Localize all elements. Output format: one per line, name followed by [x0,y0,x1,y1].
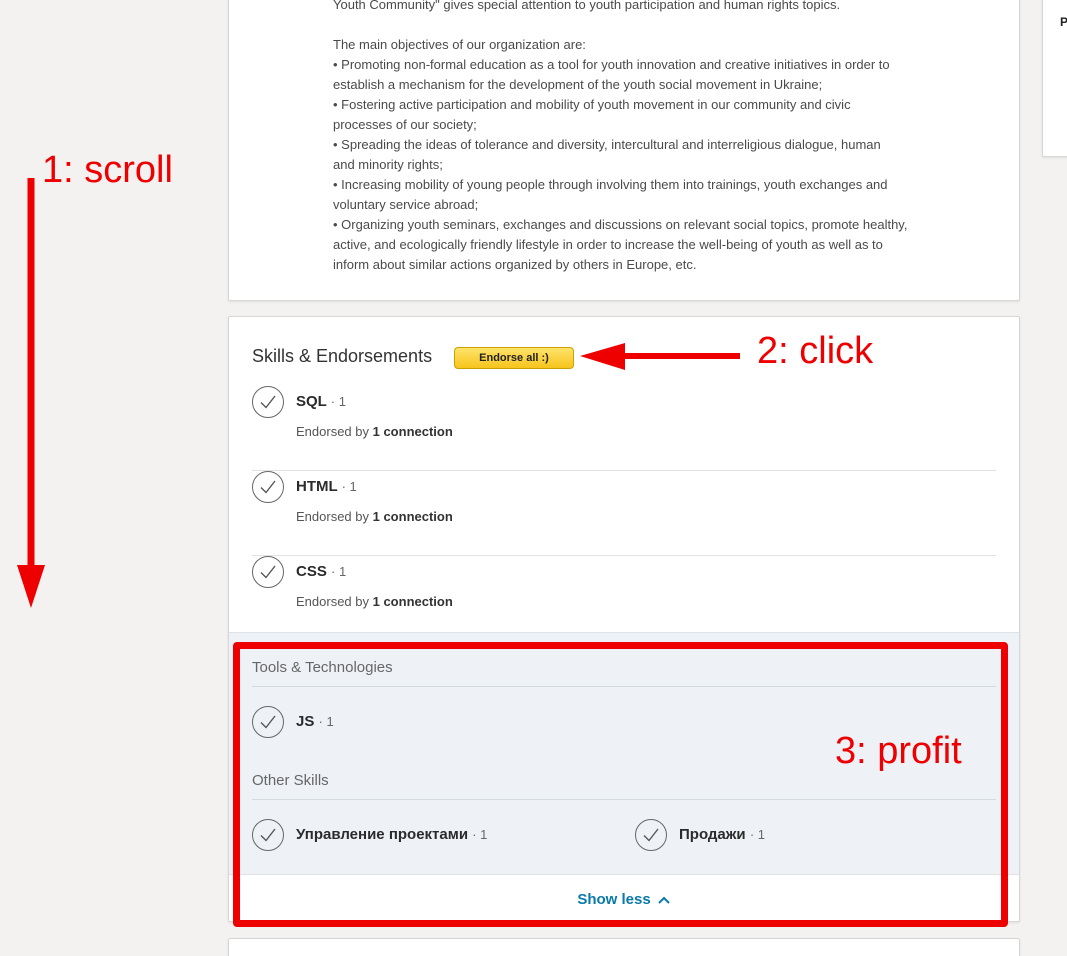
skill-row-html: HTML · 1 Endorsed by 1 connection [252,471,996,556]
about-line: inform about similar actions organized b… [333,257,697,272]
about-text: Youth Community" gives special attention… [333,0,973,275]
skill-name[interactable]: HTML · 1 [296,478,357,495]
endorsed-by-text[interactable]: Endorsed by 1 connection [296,424,453,439]
endorse-all-button[interactable]: Endorse all :) [454,347,574,369]
about-line: • Increasing mobility of young people th… [333,177,888,192]
skills-title: Skills & Endorsements [252,346,433,366]
page: Youth Community" gives special attention… [0,0,1067,956]
about-line: • Promoting non-formal education as a to… [333,57,890,72]
skill-count: · 1 [331,564,347,579]
about-line: active, and ecologically friendly lifest… [333,237,883,252]
next-card [228,938,1020,956]
skill-name[interactable]: SQL · 1 [296,393,346,410]
about-line: voluntary service abroad; [333,197,479,212]
skill-row-sql: SQL · 1 Endorsed by 1 connection [252,386,996,471]
endorsed-by-text[interactable]: Endorsed by 1 connection [296,594,453,609]
about-line: and minority rights; [333,157,443,172]
endorse-check-icon[interactable] [252,471,284,503]
about-line: The main objectives of our organization … [333,37,586,52]
right-side-card: P [1042,0,1067,157]
skill-count: · 1 [330,394,346,409]
about-line: • Spreading the ideas of tolerance and d… [333,137,881,152]
about-line: establish a mechanism for the developmen… [333,77,823,92]
annotation-scroll: 1: scroll [42,149,173,191]
about-card: Youth Community" gives special attention… [228,0,1020,301]
skill-name[interactable]: CSS · 1 [296,563,346,580]
endorse-check-icon[interactable] [252,556,284,588]
annotation-click: 2: click [757,330,874,372]
endorsed-by-text[interactable]: Endorsed by 1 connection [296,509,453,524]
right-card-letter: P [1060,15,1067,29]
about-line: • Organizing youth seminars, exchanges a… [333,217,908,232]
about-line: Youth Community" gives special attention… [333,0,841,12]
about-line: processes of our society; [333,117,477,132]
annotation-highlight-box [233,642,1008,927]
skill-row-css: CSS · 1 Endorsed by 1 connection [252,556,996,641]
skill-count: · 1 [341,479,357,494]
endorse-check-icon[interactable] [252,386,284,418]
about-line: • Fostering active participation and mob… [333,97,851,112]
